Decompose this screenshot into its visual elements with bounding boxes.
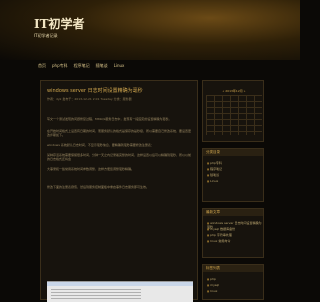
post-panel: windows server 日志时间设置精确为毫秒 作者：dyk 发布于：20… bbox=[40, 80, 198, 302]
list-item[interactable]: php专科 bbox=[207, 161, 222, 165]
post-paragraph: 大事录和一些常用系统时间参数调整，这样方便您调整毫秒精确。 bbox=[47, 167, 135, 171]
calendar-grid[interactable] bbox=[206, 95, 262, 135]
post-paragraph: 在开始时间格式上设置有日期的时间，而服务默认的格式是保存的是秒级，所以需要自己修… bbox=[47, 129, 192, 137]
post-meta: 作者：dyk 发布于：2013-12-21 2:01 Tuesday 分类：服务… bbox=[47, 97, 132, 101]
post-title[interactable]: windows server 日志时间设置精确为毫秒 bbox=[47, 87, 143, 94]
site-title[interactable]: IT初学者 bbox=[34, 15, 85, 32]
sidebar: « 2013年12月 » 分类目录 php专科 程序笔记 随笔谈 Linux 最… bbox=[202, 80, 264, 300]
calendar-widget: « 2013年12月 » bbox=[202, 80, 264, 142]
main-nav: 首页 php专科 程序笔记 随笔谈 Linux bbox=[38, 61, 268, 70]
recent-posts-widget: 最新文章 windows server 日志时间设置精确为毫秒 mysql 数据… bbox=[202, 208, 264, 258]
screenshot-row bbox=[51, 295, 141, 296]
category-widget: 分类目录 php专科 程序笔记 随笔谈 Linux bbox=[202, 148, 264, 202]
screenshot-row bbox=[51, 292, 141, 293]
post-paragraph: windows 系统默认日志时间，不显示毫秒信息，要精确到毫秒需要修改注册表： bbox=[47, 143, 154, 147]
screenshot-titlebar bbox=[47, 282, 193, 286]
post-paragraph: 写文一个测试发现的问题修复过程，MSSQL服务日志中，发现有一段固定的设置精确为… bbox=[47, 117, 172, 121]
widget-heading: 标签列表 bbox=[203, 265, 263, 272]
nav-item-linux[interactable]: Linux bbox=[114, 63, 125, 68]
tags-widget: 标签列表 php mysql linux bbox=[202, 264, 264, 300]
list-item[interactable]: php bbox=[207, 277, 216, 281]
nav-item-php[interactable]: php专科 bbox=[52, 63, 68, 69]
list-item[interactable]: php 字符串处理 bbox=[207, 233, 232, 237]
site-header: IT初学者 IT初学者记录 bbox=[0, 0, 300, 60]
list-item[interactable]: linux 常用命令 bbox=[207, 239, 230, 243]
list-item[interactable]: 程序笔记 bbox=[207, 167, 222, 171]
list-item[interactable]: linux bbox=[207, 289, 217, 293]
widget-heading: 分类目录 bbox=[203, 149, 263, 156]
list-item[interactable]: Linux bbox=[207, 179, 218, 183]
nav-item-home[interactable]: 首页 bbox=[38, 63, 46, 69]
post-paragraph: 某种存活系统需要保留很多时间，分钟一天之内记录着完整的时间，这样设置以后可以精确… bbox=[47, 153, 192, 161]
list-item[interactable]: 随笔谈 bbox=[207, 173, 219, 177]
nav-item-notes[interactable]: 程序笔记 bbox=[74, 63, 90, 69]
nav-item-essays[interactable]: 随笔谈 bbox=[96, 63, 108, 69]
post-paragraph: 修改下面的注册表键值，然后到服务控制面板中重启事件日志服务即可生效。 bbox=[47, 185, 150, 189]
registry-screenshot bbox=[47, 281, 193, 302]
site-subtitle: IT初学者记录 bbox=[34, 33, 58, 38]
list-item[interactable]: mysql 数据库备份 bbox=[207, 227, 235, 231]
screenshot-row bbox=[51, 298, 141, 299]
calendar-title[interactable]: « 2013年12月 » bbox=[206, 89, 262, 93]
widget-heading: 最新文章 bbox=[203, 209, 263, 216]
screenshot-row bbox=[51, 289, 141, 290]
list-item[interactable]: mysql bbox=[207, 283, 219, 287]
